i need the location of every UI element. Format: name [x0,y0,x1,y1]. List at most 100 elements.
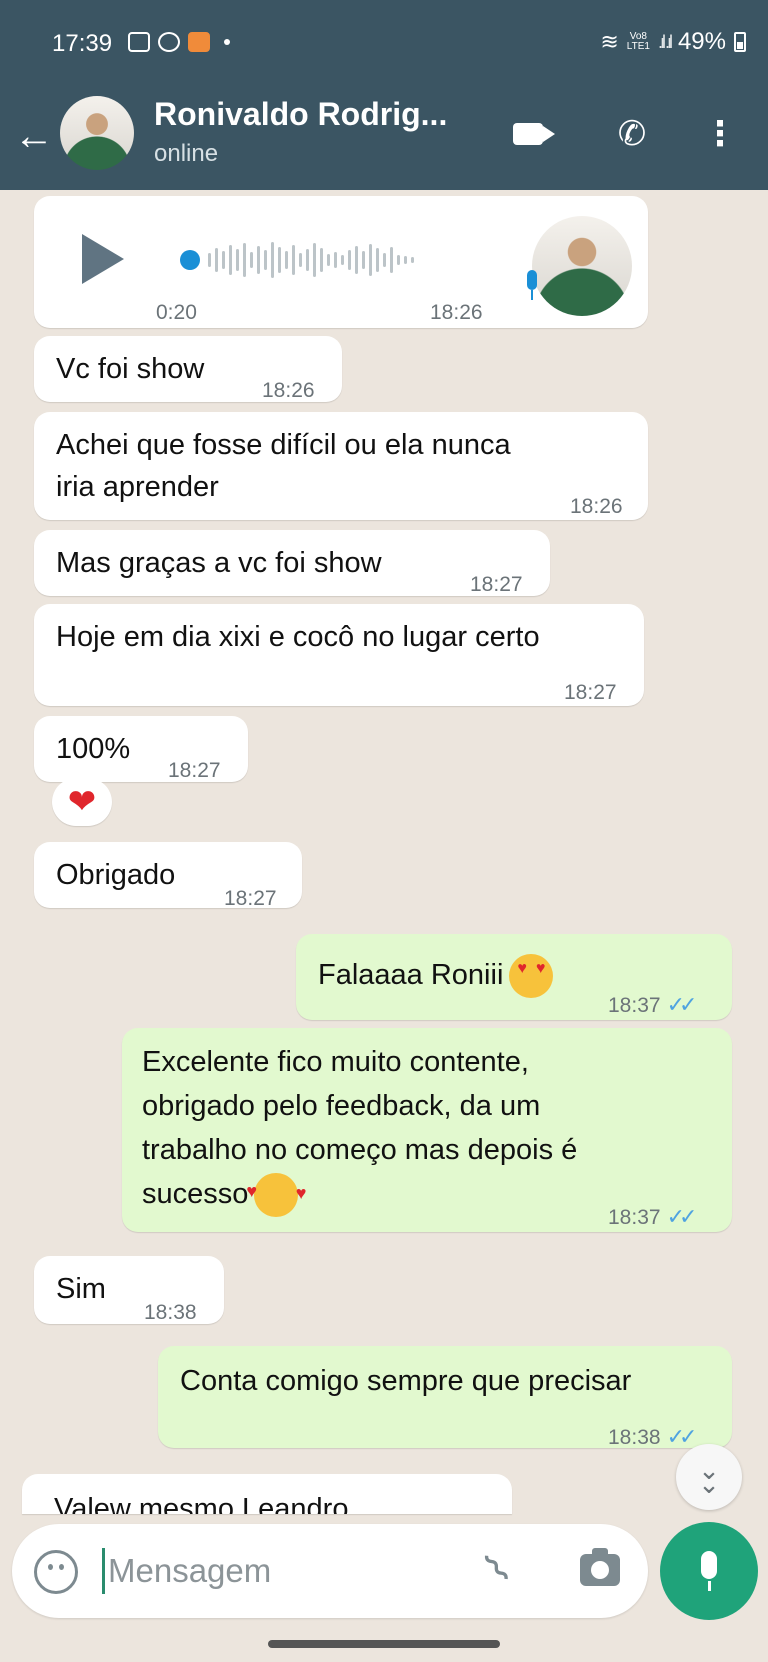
voice-call-icon[interactable]: ✆ [608,112,656,156]
notification-icons [128,32,230,52]
message-bubble[interactable]: Falaaaa Roniii 18:37✓✓ [296,934,732,1020]
voice-duration: 0:20 [156,301,197,324]
waveform-bar [208,253,211,267]
waveform-bar [306,249,309,271]
message-time: 18:27 [564,681,617,704]
waveform-bar [355,246,358,274]
contact-status: online [154,140,219,167]
message-reaction[interactable]: ❤ [52,778,112,826]
message-text: Vc foi show [56,353,205,385]
waveform-bar [411,257,414,263]
message-text: Obrigado [56,859,176,891]
microphone-icon [697,1551,721,1591]
back-arrow-icon[interactable]: ← [14,116,54,156]
message-time: 18:26 [262,379,315,402]
home-indicator[interactable] [268,1640,500,1648]
sender-avatar [532,216,632,316]
message-text: Mas graças a vc foi show [56,547,382,579]
message-text: 100% [56,733,131,765]
battery-icon [734,32,746,52]
status-time: 17:39 [52,30,113,57]
message-bubble[interactable]: Sim 18:38 [34,1256,224,1324]
signal-icon: .ıl .ıl [657,31,673,52]
waveform-bar [397,255,400,265]
message-time: 18:27 [470,573,523,596]
contact-name[interactable]: Ronivaldo Rodrig... [154,96,447,133]
waveform-bar [362,251,365,269]
message-time: 18:26 [570,495,623,518]
message-text: Falaaaa Roniii [318,954,554,999]
message-bubble[interactable]: Obrigado 18:27 [34,842,302,910]
message-bubble[interactable]: 100% 18:27 [34,716,248,782]
waveform-bar [334,252,337,268]
message-text: Conta comigo sempre que precisar [180,1365,632,1397]
message-time: 18:37 ✓✓ [608,992,698,1017]
waveform-bar [292,245,295,275]
waveform-bar [390,247,393,273]
waveform-bar [313,243,316,277]
waveform-bar [215,248,218,272]
text-cursor [102,1548,105,1594]
waveform-bar [320,248,323,272]
contact-avatar[interactable] [60,96,134,170]
message-bubble[interactable]: Achei que fosse difícil ou ela nunca iri… [34,412,648,520]
menu-icon[interactable]: ⋮ [696,112,744,156]
message-bubble[interactable]: Conta comigo sempre que precisar 18:38 ✓✓ [158,1346,732,1449]
message-text: Excelente fico muito contente, obrigado … [142,1040,702,1218]
voice-mic-icon [524,270,540,302]
app-notification-icon [188,32,210,52]
read-receipt-icon: ✓✓ [666,992,698,1017]
scroll-to-bottom-button[interactable]: ⌄ ⌄ [676,1444,742,1510]
audio-waveform[interactable] [180,236,524,284]
message-bubble[interactable]: Hoje em dia xixi e cocô no lugar certo 1… [34,604,644,706]
chat-header: ← Ronivaldo Rodrig... online ✆ ⋮ [0,90,768,190]
waveform-bar [278,247,281,273]
double-chevron-down-icon: ⌄ ⌄ [698,1455,720,1499]
waveform-bar [376,248,379,272]
message-time: 18:38 ✓✓ [608,1424,698,1449]
waveform-bar [236,249,239,271]
message-time: 18:27 [224,887,277,910]
waveform-bar [341,255,344,265]
playback-position-handle[interactable] [180,250,200,270]
waveform-bar [348,250,351,270]
message-bubble[interactable]: Mas graças a vc foi show 18:27 [34,530,550,596]
waveform-bar [369,244,372,276]
waveform-bar [257,246,260,274]
voice-record-button[interactable] [660,1522,758,1620]
waveform-bar [243,243,246,277]
message-time: 18:26 [430,301,483,324]
emoji-icon[interactable] [34,1550,78,1594]
message-input[interactable] [108,1544,468,1598]
system-navigation-bar [0,1630,768,1662]
waveform-bar [222,251,225,269]
waveform-bar [404,256,407,264]
waveform-bar [285,251,288,269]
waveform-bar [327,254,330,266]
waveform-bar [264,250,267,270]
message-bubble[interactable]: Excelente fico muito contente, obrigado … [122,1028,732,1232]
play-icon[interactable] [82,234,124,284]
message-composer: ⌇ [12,1524,648,1618]
message-bubble[interactable]: Vc foi show 18:26 [34,336,342,402]
read-receipt-icon: ✓✓ [666,1204,698,1229]
waveform-bar [250,252,253,268]
gallery-icon [128,32,150,52]
network-type: Vo8 LTE1 [626,31,650,52]
attach-icon[interactable]: ⌇ [476,1545,521,1593]
waveform-bar [229,245,232,275]
camera-icon[interactable] [580,1548,620,1586]
message-bubble[interactable]: Valew mesmo Leandro [22,1474,512,1514]
waveform-bar [299,253,302,267]
message-text: Sim [56,1273,106,1305]
smiling-face-with-hearts-emoji-icon [246,1169,306,1218]
message-time: 18:37 ✓✓ [608,1204,698,1229]
message-text: Achei que fosse difícil ou ela nunca iri… [56,429,511,503]
chrome-icon [158,32,180,52]
status-right: ≋ Vo8 LTE1 .ıl .ıl 49% [600,28,746,56]
more-notifications-dot [224,39,230,45]
video-call-icon[interactable] [504,112,555,156]
wifi-icon: ≋ [600,29,619,54]
status-bar: 17:39 ≋ Vo8 LTE1 .ıl .ıl 49% [0,0,768,90]
read-receipt-icon: ✓✓ [666,1424,698,1449]
